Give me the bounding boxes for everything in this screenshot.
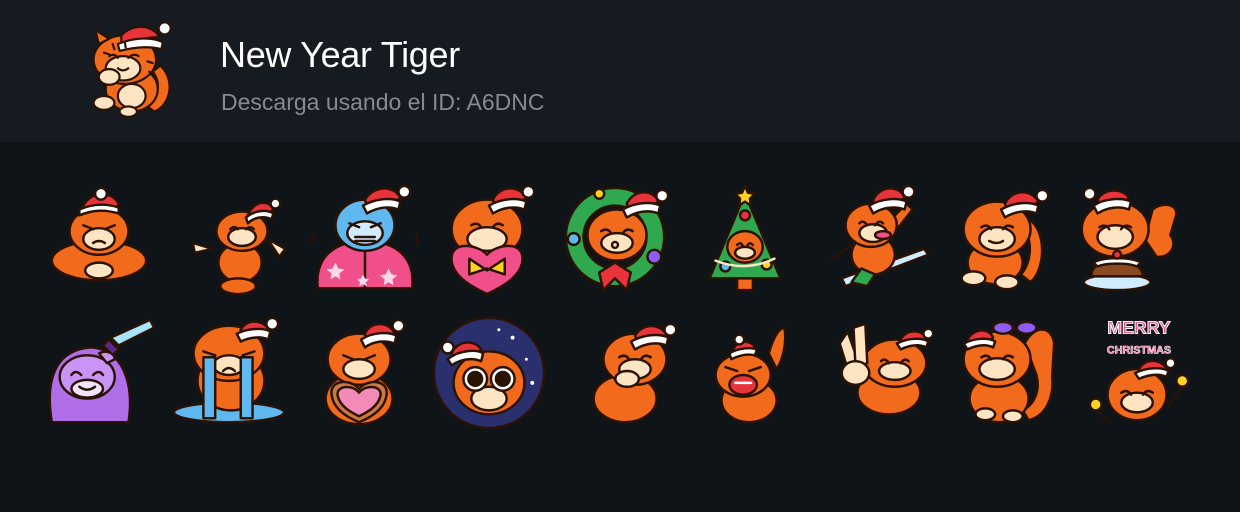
tiger-tree-icon — [708, 184, 782, 292]
sticker-heart-cookie[interactable] — [304, 314, 422, 432]
tiger-angry-icon — [50, 186, 148, 282]
sticker-peace-sign[interactable] — [826, 314, 944, 432]
tiger-knife-icon — [48, 318, 156, 424]
pack-header: New Year Tiger Descarga usando el ID: A6… — [0, 0, 1240, 142]
tiger-pudding-icon — [1080, 186, 1178, 292]
sticker-angry-arms-crossed[interactable] — [40, 180, 158, 298]
sticker-pudding-thumbs-up[interactable] — [1068, 180, 1186, 298]
tiger-crying-icon — [172, 316, 286, 424]
tiger-cover-icon — [92, 21, 172, 118]
sticker-knife-ghost[interactable] — [40, 314, 158, 432]
tiger-merry-icon: MERRY CHRISTMAS — [1088, 317, 1190, 424]
tiger-dance-icon — [191, 197, 287, 296]
sticker-merry-christmas[interactable]: MERRY CHRISTMAS — [1080, 314, 1198, 432]
sticker-grid: MERRY CHRISTMAS — [40, 180, 1200, 440]
sticker-smug[interactable] — [944, 180, 1062, 298]
sticker-big-eyes-space[interactable] — [430, 314, 548, 432]
pack-title: New Year Tiger — [220, 34, 460, 75]
tiger-ski-icon — [830, 184, 930, 288]
tiger-smug-icon — [960, 188, 1050, 291]
sticker-christmas-tree[interactable] — [686, 180, 804, 298]
sticker-wreath-kiss[interactable] — [556, 180, 674, 298]
sticker-angry-scream[interactable] — [694, 314, 812, 432]
tiger-thinking-icon — [592, 322, 678, 424]
sticker-heart-gift[interactable] — [430, 180, 548, 298]
pack-cover-sticker — [78, 18, 182, 122]
sticker-dancing[interactable] — [183, 180, 301, 298]
sticker-crying-river[interactable] — [168, 314, 286, 432]
tiger-gift-icon — [450, 184, 536, 296]
sticker-party-glasses[interactable] — [944, 314, 1062, 432]
tiger-wreath-icon — [564, 186, 670, 292]
tiger-peace-icon — [838, 322, 935, 416]
sticker-thinking[interactable] — [574, 314, 692, 432]
tiger-scream-icon — [714, 326, 787, 424]
tiger-cookie-icon — [324, 318, 406, 426]
sticker-freezing-blanket[interactable] — [306, 180, 424, 298]
tiger-party-icon — [962, 320, 1056, 424]
pack-download-id: Descarga usando el ID: A6DNC — [221, 89, 545, 115]
svg-text:CHRISTMAS: CHRISTMAS — [1107, 344, 1171, 356]
svg-text:MERRY: MERRY — [1107, 318, 1170, 338]
tiger-cold-icon — [310, 184, 420, 290]
sticker-skiing[interactable] — [822, 180, 940, 298]
tiger-bigeyes-icon — [432, 316, 546, 430]
